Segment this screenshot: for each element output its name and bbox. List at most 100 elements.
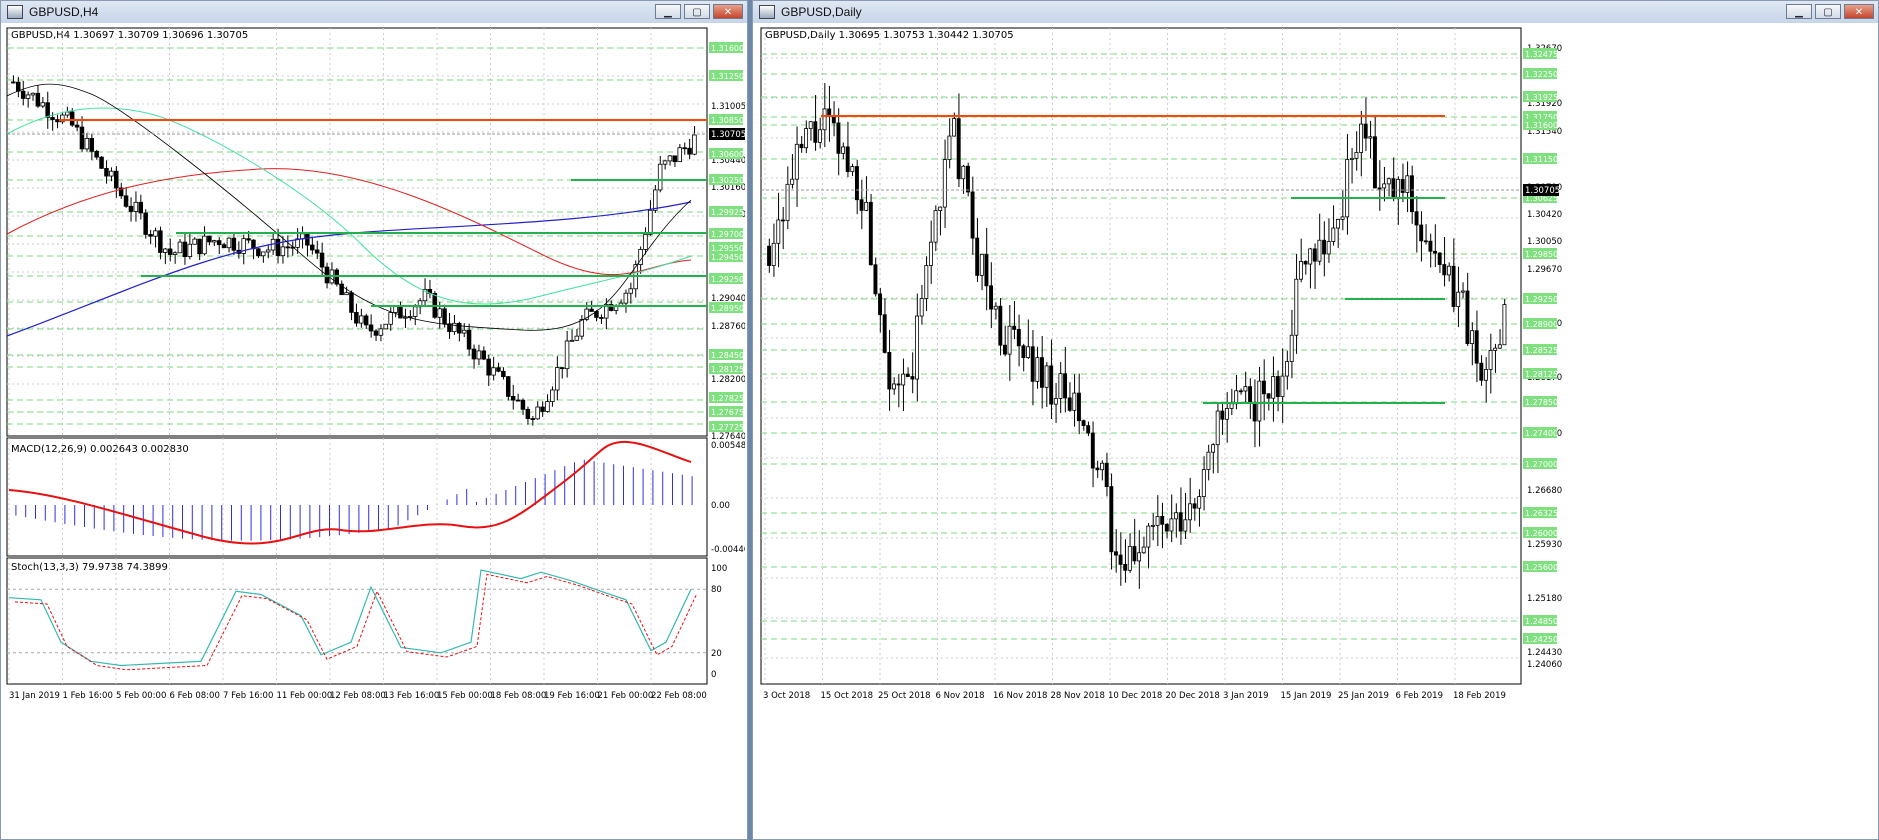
candle-body [540,406,545,412]
candle-body [804,128,809,149]
candle [133,191,139,222]
candle-body [1386,178,1391,185]
candle [574,328,580,342]
candle-body [919,298,924,317]
candle-body [555,367,560,391]
candle-body [831,116,836,124]
candle-body [172,252,178,255]
candle [559,367,565,379]
minimize-button[interactable]: ▁ [1786,4,1812,19]
candle-body [476,350,482,360]
candle-body [99,156,104,169]
candle-body [1224,408,1229,420]
candle [363,313,369,329]
candle-body [461,329,467,334]
level-tag-text: 1.28125 [1525,370,1558,379]
candle [427,279,433,299]
candle [461,323,467,337]
candle-body [1294,278,1299,336]
candle [143,209,148,239]
level-tag-text: 1.31600 [711,44,744,53]
maximize-button[interactable]: ▢ [684,4,710,19]
candle-body [368,324,374,332]
left-chart-canvas[interactable]: GBPUSD,H4 1.30697 1.30709 1.30696 1.3070… [1,24,745,838]
candle-body [65,111,70,116]
candle-body [74,124,80,128]
candle [928,220,933,284]
close-button[interactable]: ✕ [713,4,743,19]
macd-pane-frame [6,437,708,557]
candle-body [569,339,575,342]
candle [817,117,822,149]
candle [896,373,901,408]
minimize-button[interactable]: ▁ [655,4,681,19]
candle [1081,419,1086,431]
candle-body [50,117,55,120]
candle-body [1349,157,1354,160]
right-window-title: GBPUSD,Daily [781,5,862,19]
candle-body [383,323,388,330]
right-chart-canvas[interactable]: GBPUSD,Daily 1.30695 1.30753 1.30442 1.3… [753,24,1876,838]
candle-body [466,329,472,350]
candle-body [1076,392,1081,422]
candle [300,226,305,249]
candle [891,377,896,395]
candle [1164,523,1169,539]
candle [65,106,70,118]
candle-body [216,240,222,246]
candle-body [841,146,846,154]
candle [167,238,173,262]
candle-body [510,396,516,401]
candle-body [1266,393,1271,399]
candle-body [182,241,188,258]
candle [211,239,217,247]
candle [109,167,114,182]
time-axis-label: 6 Feb 08:00 [170,691,220,701]
candle-body [692,134,697,155]
candle-body [564,340,570,370]
candle-body [545,401,550,412]
candle [643,227,648,255]
candle [74,120,80,132]
candle-body [1146,525,1151,548]
candle-body [1109,486,1114,553]
candle-body [928,241,933,266]
maximize-button[interactable]: ▢ [1815,4,1841,19]
candle-body [1275,376,1280,398]
time-axis-label: 5 Feb 00:00 [116,691,166,701]
candle [1488,333,1493,394]
candle [873,257,878,297]
candle-body [221,244,227,249]
candle [555,356,560,401]
candle [564,331,570,378]
candle-body [579,319,585,337]
right-chart-window[interactable]: GBPUSD,Daily ▁ ▢ ✕ GBPUSD,Daily 1.30695 … [752,0,1879,840]
candle-body [226,237,232,249]
right-window-titlebar[interactable]: GBPUSD,Daily ▁ ▢ ✕ [753,1,1878,23]
price-axis-label: 1.30050 [1527,237,1562,247]
candle-body [202,235,207,255]
level-tag-text: 1.31600 [1525,121,1558,130]
candle-body [491,367,496,376]
candle-body [790,178,795,185]
close-button[interactable]: ✕ [1844,4,1874,19]
candle [1294,253,1299,354]
candle-body [1271,376,1276,399]
candle [878,287,883,333]
candle-body [767,245,772,266]
candle-body [162,248,168,253]
candle-body [535,406,540,420]
candle-body [89,138,95,152]
candle-body [938,206,943,211]
candle [89,133,95,161]
left-window-titlebar[interactable]: GBPUSD,H4 ▁ ▢ ✕ [1,1,747,23]
candle [305,232,310,257]
candle [1391,157,1396,202]
time-axis-label: 31 Jan 2019 [9,691,60,701]
candle-body [1317,239,1322,262]
candle-body [481,350,486,360]
candle-body [682,147,687,150]
candle-body [256,248,261,257]
left-chart-window[interactable]: GBPUSD,H4 ▁ ▢ ✕ GBPUSD,H4 1.30697 1.3070… [0,0,748,840]
candle [1141,536,1146,554]
